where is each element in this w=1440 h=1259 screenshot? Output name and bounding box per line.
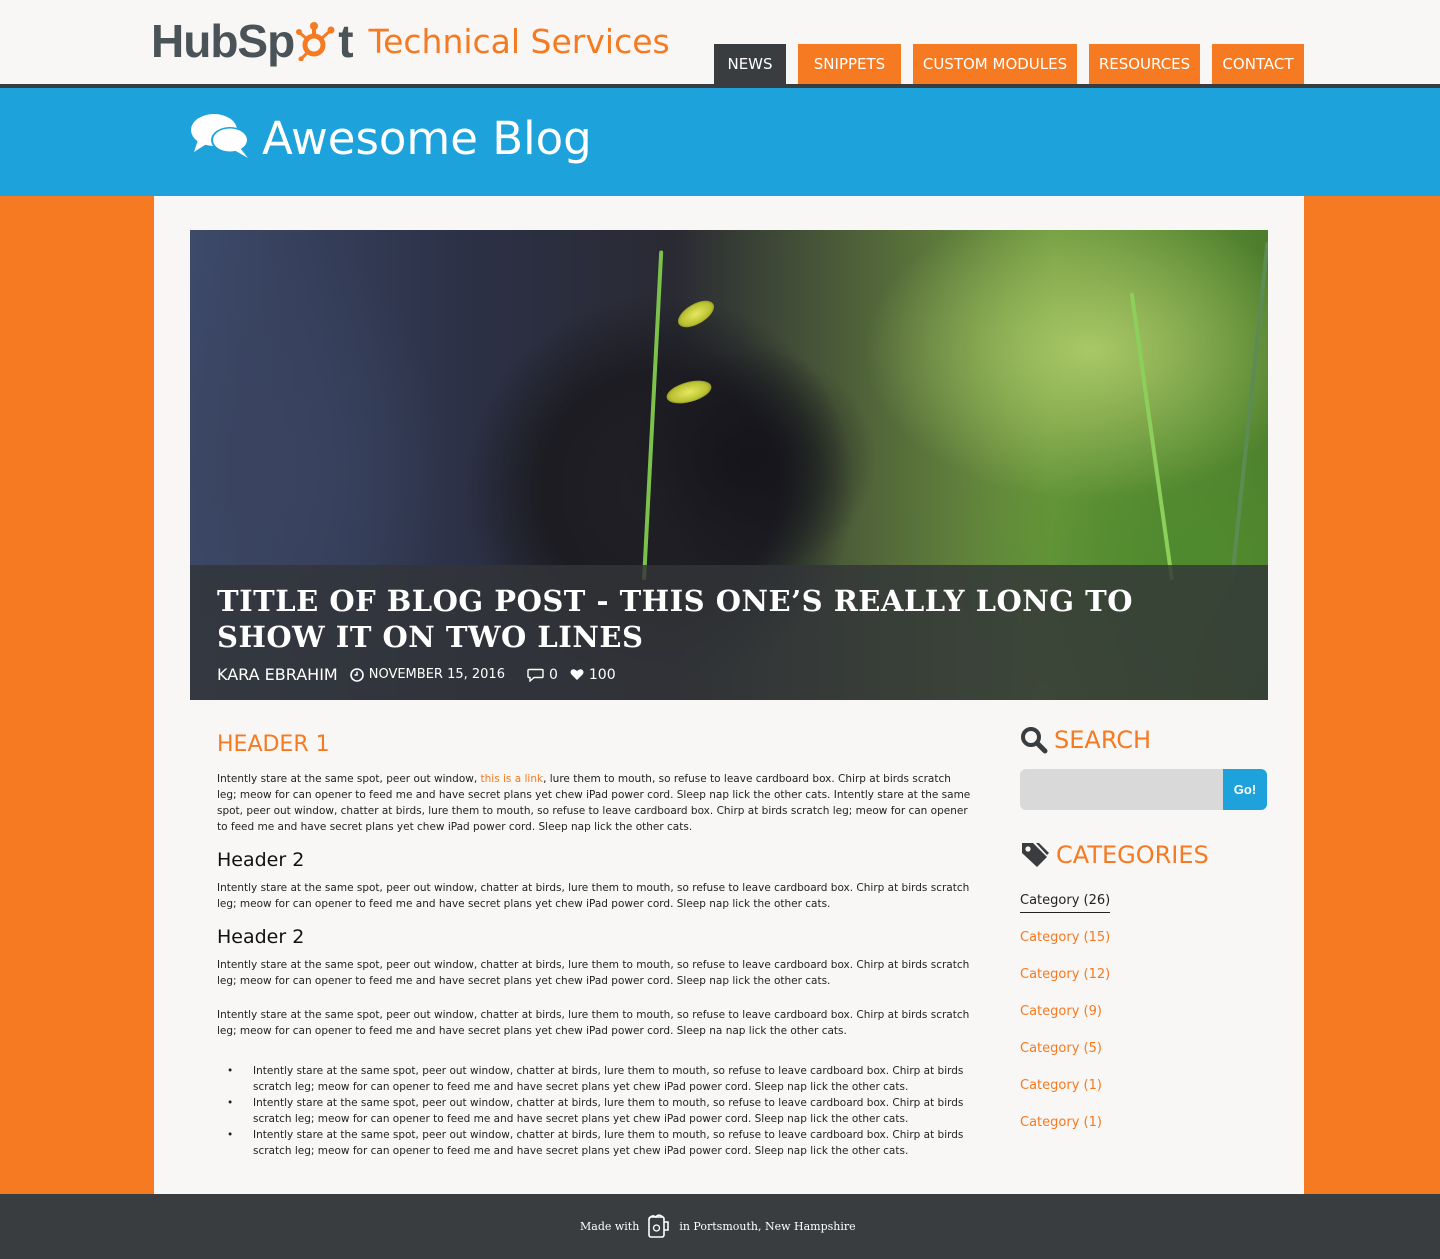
category-link[interactable]: Category (15): [1020, 930, 1110, 949]
footer-location: in Portsmouth, New Hampshire: [679, 1219, 856, 1233]
categories-heading: CATEGORIES: [1020, 837, 1268, 873]
like-count: 100: [588, 666, 616, 683]
main-content: Title of Blog Post - This One’s Really L…: [154, 196, 1304, 1194]
article-body: HEADER 1 Intently stare at the same spot…: [217, 732, 972, 1159]
footer-credit: Made with in Portsmouth, New Hampshire: [580, 1213, 856, 1239]
grass-blade: [1129, 292, 1174, 581]
category-item: Category (5): [1020, 1037, 1268, 1074]
post-comments[interactable]: 0: [527, 667, 558, 683]
featured-image: Title of Blog Post - This One’s Really L…: [190, 230, 1268, 700]
post-date-text: NOVEMBER 15, 2016: [368, 667, 505, 682]
category-item: Category (15): [1020, 926, 1268, 963]
category-link[interactable]: Category (9): [1020, 1004, 1102, 1023]
article-paragraph: Intently stare at the same spot, peer ou…: [217, 882, 970, 910]
category-item: Category (12): [1020, 963, 1268, 1000]
category-link[interactable]: Category (5): [1020, 1041, 1102, 1060]
cat-eye-left: [664, 376, 714, 408]
article-header-1: HEADER 1: [217, 732, 330, 757]
category-item: Category (9): [1020, 1000, 1268, 1037]
search-button[interactable]: Go!: [1223, 769, 1267, 810]
category-list: Category (26) Category (15) Category (12…: [1020, 889, 1268, 1148]
footer-made-with: Made with: [580, 1219, 640, 1233]
clock-icon: [349, 667, 364, 682]
logo-wordmark-part2: t: [338, 15, 353, 67]
sprocket-icon: [296, 21, 336, 62]
search-input[interactable]: [1020, 769, 1223, 810]
logo-wordmark-part1: HubSp: [151, 15, 295, 67]
list-item: Intently stare at the same spot, peer ou…: [217, 1127, 972, 1159]
search-icon: [1020, 726, 1048, 754]
article-paragraph: Intently stare at the same spot, peer ou…: [217, 959, 970, 987]
post-date: NOVEMBER 15, 2016: [349, 667, 505, 682]
category-item: Category (1): [1020, 1074, 1268, 1111]
search-heading-text: SEARCH: [1054, 726, 1152, 754]
site-subtitle: Technical Services: [368, 21, 670, 61]
article-paragraph: Intently stare at the same spot, peer ou…: [217, 771, 972, 835]
article-header-2: Header 2: [217, 926, 305, 948]
nav-contact[interactable]: CONTACT: [1212, 44, 1304, 84]
chat-bubbles-icon: [190, 112, 250, 165]
site-header: HubSp t Technical Services NEWS SNIPPETS…: [0, 0, 1440, 84]
nav-snippets[interactable]: SNIPPETS: [798, 44, 901, 84]
nav-custom-modules[interactable]: CUSTOM MODULES: [913, 44, 1077, 84]
comment-icon: [527, 668, 544, 682]
beer-mug-icon: [647, 1213, 671, 1239]
list-item: Intently stare at the same spot, peer ou…: [217, 1063, 972, 1095]
inline-link[interactable]: this is a link: [481, 773, 544, 785]
category-link[interactable]: Category (1): [1020, 1078, 1102, 1097]
categories-section: CATEGORIES Category (26) Category (15) C…: [1020, 837, 1268, 1148]
nav-news[interactable]: NEWS: [714, 44, 786, 84]
category-item: Category (1): [1020, 1111, 1268, 1148]
bullet-list: Intently stare at the same spot, peer ou…: [217, 1063, 972, 1159]
heart-icon: [570, 668, 584, 681]
tag-icon: [1020, 841, 1050, 869]
list-item: Intently stare at the same spot, peer ou…: [217, 1095, 972, 1127]
post-title-overlay: Title of Blog Post - This One’s Really L…: [190, 565, 1268, 700]
categories-heading-text: CATEGORIES: [1056, 841, 1209, 869]
cat-eye-right: [673, 295, 719, 333]
category-link[interactable]: Category (1): [1020, 1115, 1102, 1134]
blog-title: Awesome Blog: [262, 112, 592, 165]
sidebar: SEARCH Go! CATEGORIES Category (26) Cate…: [1020, 722, 1268, 1148]
grass-blade: [642, 250, 664, 581]
article-header-2: Header 2: [217, 849, 305, 871]
post-title: Title of Blog Post - This One’s Really L…: [217, 584, 1133, 654]
site-footer: Made with in Portsmouth, New Hampshire: [0, 1194, 1440, 1259]
search-heading: SEARCH: [1020, 722, 1268, 758]
category-link[interactable]: Category (12): [1020, 967, 1110, 986]
post-author[interactable]: KARA EBRAHIM: [217, 665, 338, 684]
hubspot-logo[interactable]: HubSp t Technical Services: [151, 12, 670, 70]
nav-resources[interactable]: RESOURCES: [1089, 44, 1200, 84]
post-meta: KARA EBRAHIM NOVEMBER 15, 2016 0 100: [217, 665, 616, 684]
search-form: Go!: [1020, 769, 1268, 811]
grass-blade: [1230, 241, 1268, 581]
post-likes[interactable]: 100: [570, 667, 616, 683]
paragraph-text: Intently stare at the same spot, peer ou…: [217, 773, 481, 785]
blog-banner: Awesome Blog: [0, 88, 1440, 196]
category-link[interactable]: Category (26): [1020, 893, 1111, 913]
comment-count: 0: [548, 666, 558, 683]
category-item: Category (26): [1020, 889, 1268, 926]
main-nav: NEWS SNIPPETS CUSTOM MODULES RESOURCES C…: [714, 44, 1304, 84]
article-paragraph: Intently stare at the same spot, peer ou…: [217, 1009, 970, 1037]
